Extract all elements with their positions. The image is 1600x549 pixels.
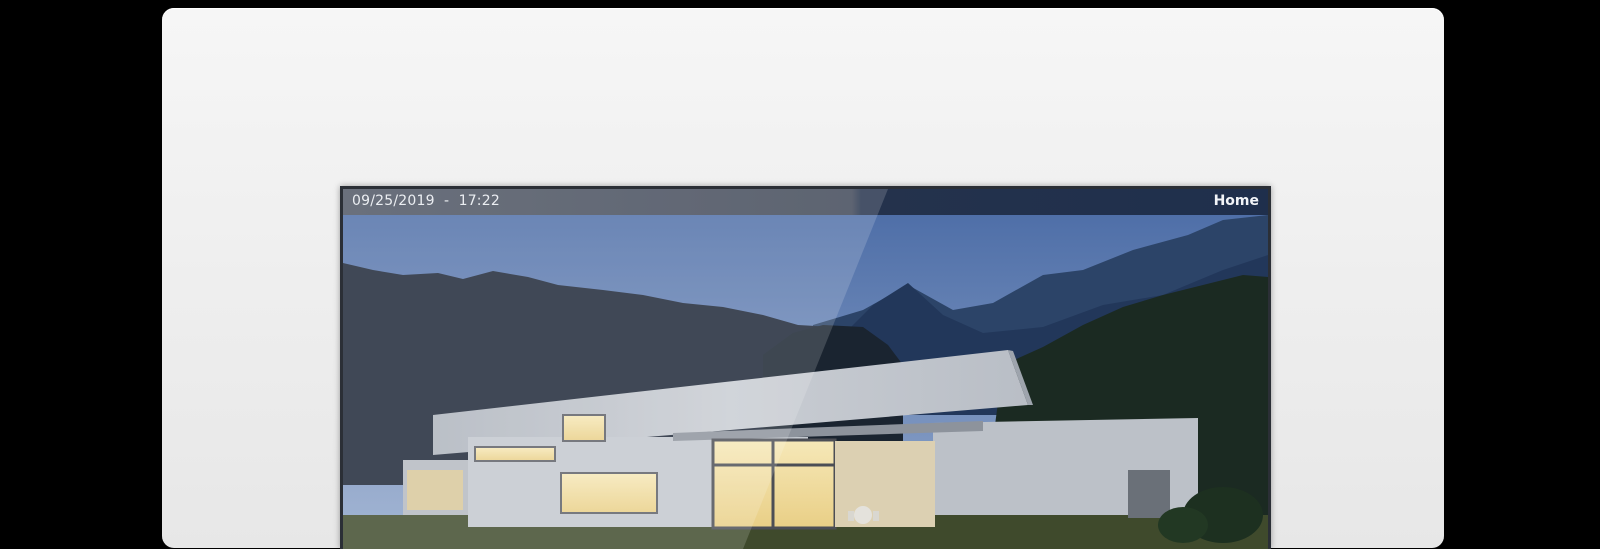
house-wallpaper-icon: [343, 215, 1268, 549]
status-date: 09/25/2019: [352, 193, 435, 209]
terrace-chair: [873, 511, 879, 521]
terrace-chair: [848, 511, 854, 521]
window-upper: [562, 414, 606, 442]
shrub: [1158, 507, 1208, 543]
terrace-table: [854, 506, 872, 524]
garage-door: [1128, 470, 1170, 518]
window-left-strip: [474, 446, 556, 462]
status-datetime: 09/25/2019 - 17:22: [352, 193, 500, 209]
status-separator: -: [444, 193, 450, 209]
annex-light: [407, 470, 463, 510]
status-bar: 09/25/2019 - 17:22 Home: [343, 189, 1268, 215]
status-time: 17:22: [458, 193, 500, 209]
touch-screen[interactable]: 09/25/2019 - 17:22 Home: [340, 186, 1271, 549]
window-lower-left: [560, 472, 658, 514]
page-title: Home: [1213, 193, 1259, 209]
